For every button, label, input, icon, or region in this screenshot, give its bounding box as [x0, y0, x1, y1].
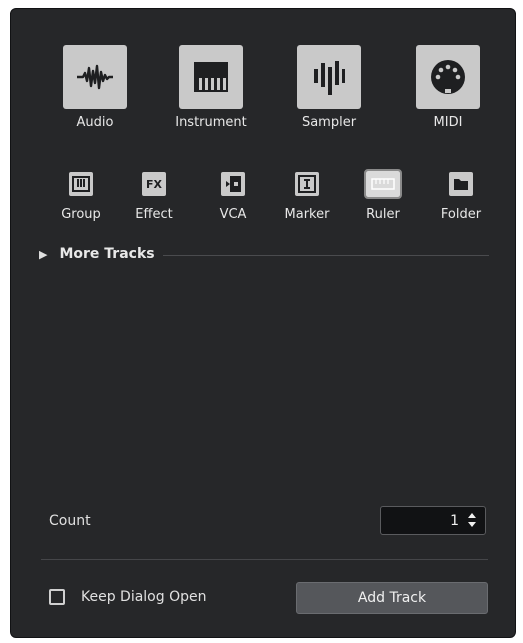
vca-icon — [226, 176, 241, 192]
expand-arrow-icon: ▶ — [39, 247, 48, 261]
instrument-track-button[interactable] — [179, 45, 243, 109]
piano-keys-icon — [194, 62, 228, 92]
footer-divider — [41, 559, 488, 560]
folder-icon — [454, 179, 468, 190]
marker-icon — [298, 175, 316, 193]
folder-label: Folder — [440, 207, 482, 222]
count-label: Count — [49, 513, 91, 529]
effect-track-button[interactable]: FX — [142, 172, 166, 196]
count-stepper[interactable]: 1 — [380, 506, 486, 535]
sampler-label: Sampler — [301, 115, 357, 130]
ruler-track-button[interactable] — [364, 169, 402, 199]
add-track-dialog: Audio Instrument Sampler MIDI Group FX E… — [10, 8, 516, 638]
midi-label: MIDI — [433, 115, 463, 130]
keep-dialog-open-label: Keep Dialog Open — [81, 589, 207, 605]
instrument-label: Instrument — [175, 115, 247, 130]
marker-track-button[interactable] — [295, 172, 319, 196]
section-divider — [162, 254, 489, 256]
keep-dialog-open-checkbox[interactable] — [49, 589, 65, 605]
group-track-button[interactable] — [69, 172, 93, 196]
marker-label: Marker — [284, 207, 330, 222]
more-tracks-label: More Tracks — [59, 246, 155, 262]
sampler-track-button[interactable] — [297, 45, 361, 109]
group-label: Group — [61, 207, 101, 222]
ruler-label: Ruler — [366, 207, 400, 222]
more-tracks-expander[interactable]: ▶ More Tracks — [39, 243, 489, 265]
midi-connector-icon — [431, 60, 465, 94]
ruler-icon — [371, 178, 395, 190]
midi-track-button[interactable] — [416, 45, 480, 109]
fx-icon: FX — [146, 177, 162, 191]
sampler-bars-icon — [314, 61, 345, 95]
vca-label: VCA — [219, 207, 247, 222]
audio-track-button[interactable] — [63, 45, 127, 109]
count-value: 1 — [450, 513, 459, 529]
effect-label: Effect — [135, 207, 173, 222]
audio-label: Audio — [76, 115, 114, 130]
spin-arrows-icon[interactable] — [467, 512, 477, 528]
vca-track-button[interactable] — [221, 172, 245, 196]
group-faders-icon — [72, 176, 90, 192]
folder-track-button[interactable] — [449, 172, 473, 196]
audio-waveform-icon — [77, 64, 113, 90]
add-track-button[interactable]: Add Track — [296, 582, 488, 614]
